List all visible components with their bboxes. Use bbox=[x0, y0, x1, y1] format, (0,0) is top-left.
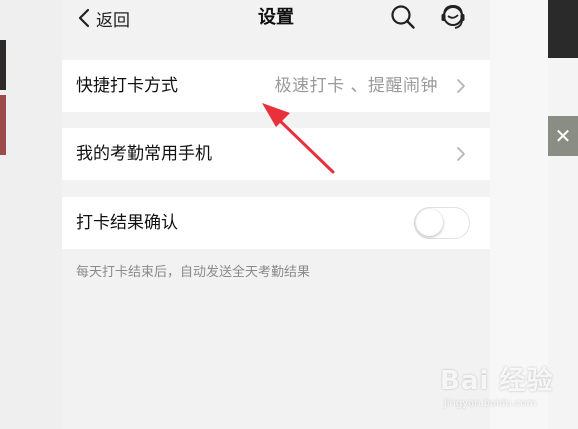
watermark-url: jingyan.baidu.com bbox=[444, 398, 537, 409]
watermark-brand: Bai 经验 bbox=[440, 366, 554, 396]
baidu-watermark: Bai 经验 jingyan.baidu.com bbox=[440, 360, 578, 420]
